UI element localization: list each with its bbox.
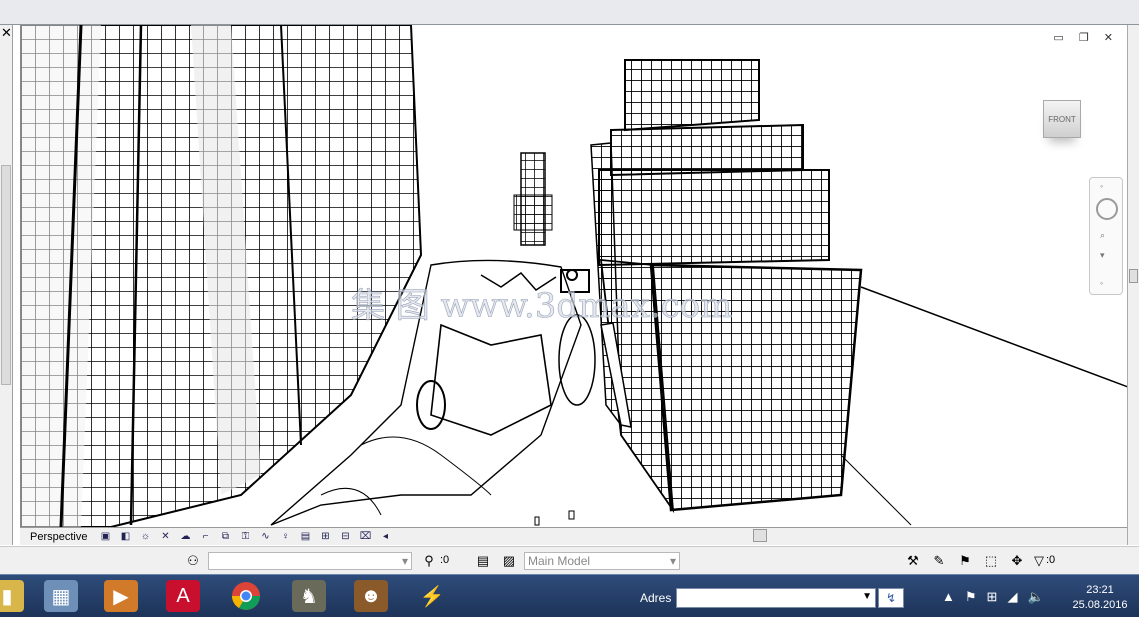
editable-only-icon[interactable]: ▤ bbox=[474, 552, 492, 570]
clock-date: 25.08.2016 bbox=[1072, 599, 1128, 611]
render-icon[interactable]: ☁ bbox=[178, 531, 192, 543]
crop-icon[interactable]: ⌐ bbox=[198, 531, 212, 543]
navigation-bar[interactable]: ◦ ⌕ ▾ ◦ bbox=[1089, 177, 1123, 295]
design-options-icon[interactable]: ⌧ bbox=[358, 531, 372, 543]
navbar-close-icon[interactable]: ◦ bbox=[1100, 181, 1103, 191]
design-option-icon[interactable]: ▨ bbox=[500, 552, 518, 570]
worksharing-icon[interactable]: ⊟ bbox=[338, 531, 352, 543]
windows-taskbar: ▮ ▦ ▶ A ♞ ☻ ⚡ Adres ▼ ↯ ▲ ⚑ ⊞ ◢ 🔈 23:21 … bbox=[0, 574, 1139, 617]
chevron-down-icon[interactable]: ▾ bbox=[1100, 250, 1105, 261]
calculator-app-icon[interactable]: ▦ bbox=[44, 580, 78, 612]
tray-expand-icon[interactable]: ▲ bbox=[942, 589, 955, 605]
horizontal-scrollbar[interactable] bbox=[405, 529, 1125, 543]
navbar-options-icon[interactable]: ◦ bbox=[1100, 278, 1103, 288]
drag-elements-icon[interactable]: ✥ bbox=[1008, 552, 1026, 570]
explorer-app-icon[interactable]: ▮ bbox=[0, 580, 24, 612]
media-player-app-icon[interactable]: ▶ bbox=[104, 580, 138, 612]
winamp-app-icon[interactable]: ⚡ bbox=[415, 580, 449, 612]
windows-flag-icon[interactable]: ⊞ bbox=[987, 589, 998, 605]
action-center-icon[interactable]: ⚑ bbox=[965, 589, 977, 605]
select-links-icon[interactable]: ⚒ bbox=[904, 552, 922, 570]
watermark-text: 集 图 www.3dmax.com bbox=[351, 286, 732, 326]
clock-time: 23:21 bbox=[1086, 584, 1114, 596]
status-bar: ⚇ ▾ ⚲ :0 ▤ ▨ Main Model ▾ ⚒ ✎ ⚑ ⬚ ✥ ▽ :0 bbox=[0, 546, 1139, 574]
worksets-icon[interactable]: ⚇ bbox=[184, 552, 202, 570]
scroll-left-icon[interactable]: ◂ bbox=[378, 531, 392, 543]
select-underlay-icon[interactable]: ✎ bbox=[930, 552, 948, 570]
taskbar-clock[interactable]: 23:21 25.08.2016 bbox=[1066, 583, 1134, 613]
autocad-app-icon[interactable]: A bbox=[166, 580, 200, 612]
highlight-displacement-icon[interactable]: ⊞ bbox=[318, 531, 332, 543]
vertical-scrollbar-thumb[interactable] bbox=[1129, 269, 1138, 283]
select-pinned-icon[interactable]: ⚑ bbox=[956, 552, 974, 570]
selection-count: :0 bbox=[440, 554, 450, 566]
view-window-controls[interactable]: ▭ ❐ ✕ bbox=[1053, 31, 1119, 44]
reveal-hidden-icon[interactable]: ♀ bbox=[278, 531, 292, 543]
chevron-down-icon[interactable]: ▼ bbox=[862, 591, 872, 602]
panel-scrollbar[interactable] bbox=[1, 165, 11, 385]
volume-icon[interactable]: 🔈 bbox=[1027, 589, 1043, 605]
select-by-face-icon[interactable]: ⬚ bbox=[982, 552, 1000, 570]
main-model-value: Main Model bbox=[528, 554, 591, 568]
workset-field[interactable]: ▾ bbox=[208, 552, 412, 570]
view-mode-label[interactable]: Perspective bbox=[20, 531, 95, 543]
show-crop-icon[interactable]: ⧉ bbox=[218, 531, 232, 543]
chrome-app-icon[interactable] bbox=[229, 580, 263, 612]
zoom-icon[interactable]: ⌕ bbox=[1100, 230, 1105, 241]
chevron-down-icon[interactable]: ▾ bbox=[670, 553, 679, 569]
game-mafia-app-icon[interactable]: ☻ bbox=[354, 580, 388, 612]
steering-wheel-icon[interactable] bbox=[1096, 198, 1118, 220]
chevron-down-icon[interactable]: ▾ bbox=[402, 553, 411, 569]
address-input[interactable]: ▼ bbox=[676, 588, 876, 608]
temporary-hide-icon[interactable]: ∿ bbox=[258, 531, 272, 543]
address-go-button[interactable]: ↯ bbox=[878, 588, 904, 608]
ribbon-area bbox=[0, 0, 1139, 25]
analytical-model-icon[interactable]: ▤ bbox=[298, 531, 312, 543]
sun-path-icon[interactable]: ☼ bbox=[138, 531, 152, 543]
3d-viewport[interactable]: 集 图 www.3dmax.com ▭ ❐ ✕ FRONT ◦ ⌕ ▾ ◦ bbox=[20, 25, 1127, 527]
game-assassin-app-icon[interactable]: ♞ bbox=[292, 580, 326, 612]
vertical-scrollbar[interactable] bbox=[1127, 25, 1139, 545]
view-cube-icon[interactable]: ▣ bbox=[98, 531, 112, 543]
chrome-logo-icon bbox=[232, 582, 260, 610]
filter-count: :0 bbox=[1046, 554, 1056, 566]
lock-view-icon[interactable]: ⚿ bbox=[238, 531, 252, 543]
wireframe-scene: 集 图 www.3dmax.com bbox=[21, 25, 1127, 527]
network-icon[interactable]: ◢ bbox=[1007, 589, 1017, 605]
viewcube-face-label: FRONT bbox=[1048, 115, 1076, 124]
address-label: Adres bbox=[640, 591, 672, 605]
visual-style-icon[interactable]: ◧ bbox=[118, 531, 132, 543]
horizontal-scrollbar-thumb[interactable] bbox=[753, 529, 767, 542]
viewcube[interactable]: FRONT bbox=[1043, 100, 1081, 138]
shadows-icon[interactable]: ✕ bbox=[158, 531, 172, 543]
system-tray: ▲ ⚑ ⊞ ◢ 🔈 bbox=[942, 589, 1044, 605]
properties-panel-edge[interactable]: ✕ bbox=[0, 25, 13, 545]
selection-count-icon[interactable]: ⚲ bbox=[420, 552, 438, 570]
close-panel-icon[interactable]: ✕ bbox=[1, 26, 12, 39]
main-model-dropdown[interactable]: Main Model ▾ bbox=[524, 552, 680, 570]
